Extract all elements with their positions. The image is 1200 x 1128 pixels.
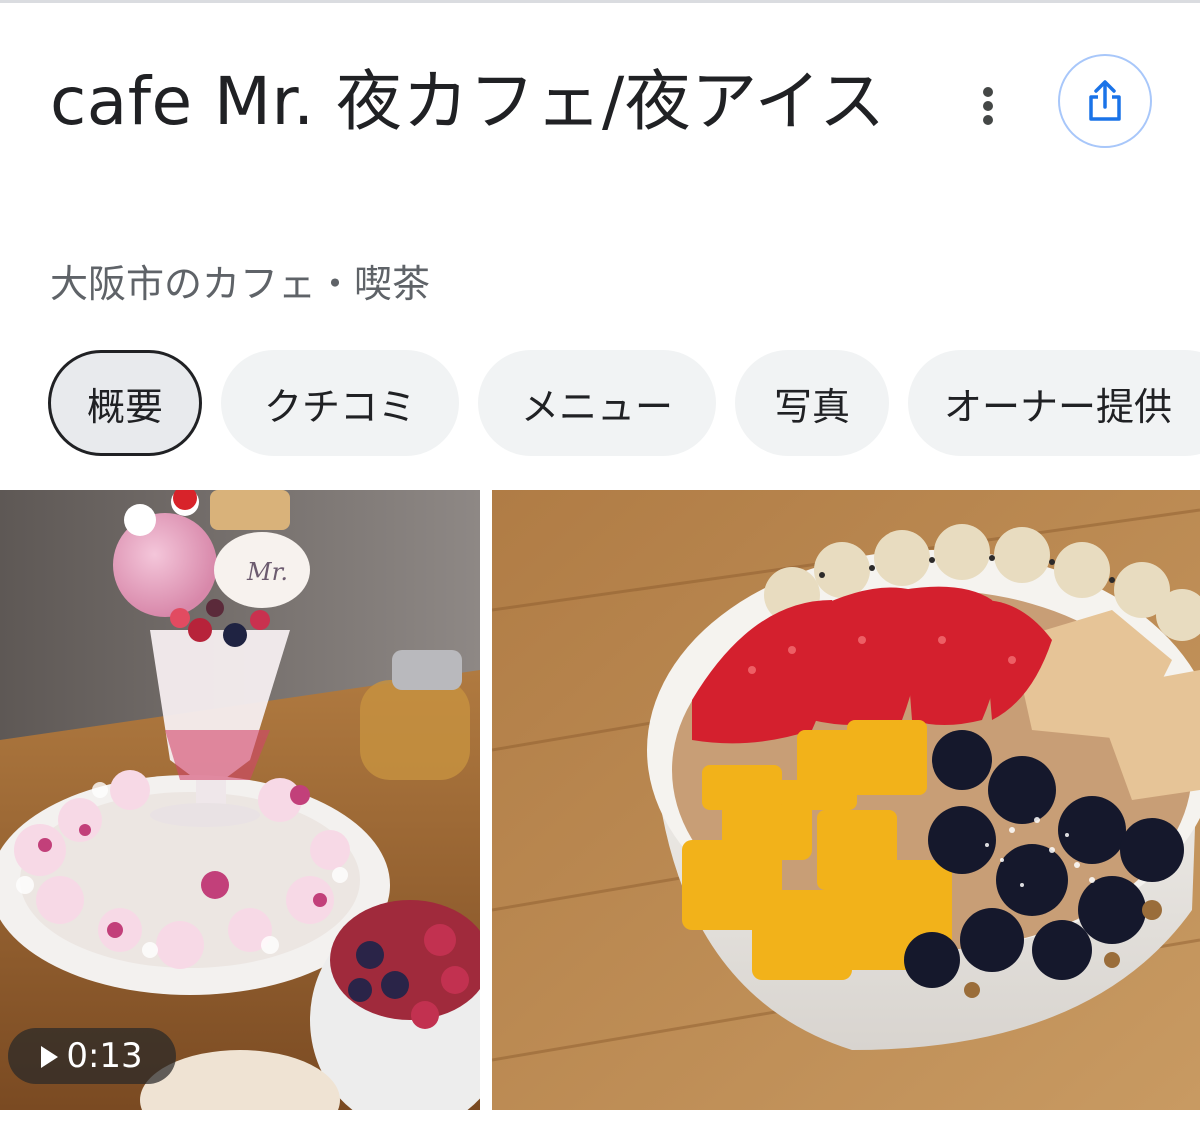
video-duration-badge[interactable]: 0:13 bbox=[8, 1028, 176, 1084]
video-duration: 0:13 bbox=[66, 1036, 143, 1076]
plate-text: Mr. bbox=[246, 558, 288, 586]
tab-menu[interactable]: メニュー bbox=[478, 350, 716, 456]
tab-overview[interactable]: 概要 bbox=[48, 350, 202, 456]
photo-parfait-video[interactable]: Mr. bbox=[0, 490, 480, 1110]
share-icon bbox=[1089, 80, 1121, 121]
top-divider bbox=[0, 0, 1200, 3]
tab-reviews[interactable]: クチコミ bbox=[221, 350, 459, 456]
tab-owner-photos[interactable]: オーナー提供 bbox=[908, 350, 1200, 456]
parfait-image: Mr. bbox=[0, 490, 480, 1110]
tab-photos[interactable]: 写真 bbox=[735, 350, 889, 456]
more-vertical-icon bbox=[983, 87, 993, 125]
fruit-bowl-image bbox=[492, 490, 1200, 1110]
play-icon bbox=[41, 1046, 59, 1068]
photo-fruit-bowl[interactable] bbox=[492, 490, 1200, 1110]
place-title: cafe Mr. 夜カフェ/夜アイス bbox=[50, 63, 886, 140]
more-options-button[interactable] bbox=[962, 80, 1014, 132]
share-button[interactable] bbox=[1058, 54, 1152, 148]
tab-bar: 概要 クチコミ メニュー 写真 オーナー提供 bbox=[48, 350, 1200, 458]
place-category: 大阪市のカフェ・喫茶 bbox=[50, 262, 431, 306]
